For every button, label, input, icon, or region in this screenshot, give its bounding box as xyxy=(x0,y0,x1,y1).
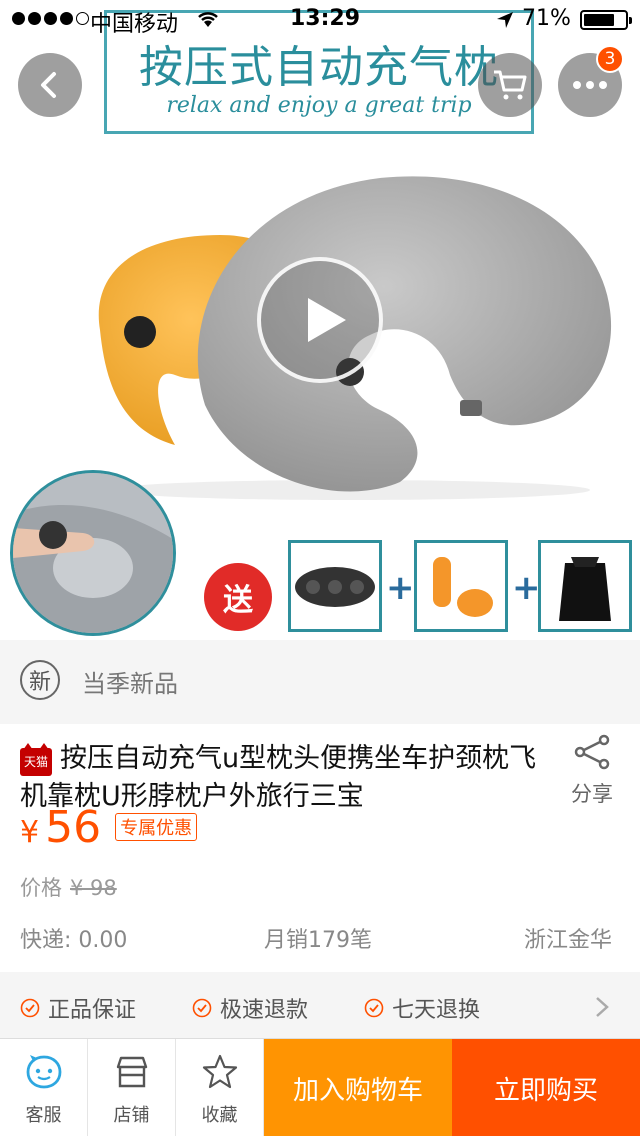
currency-symbol: ¥ xyxy=(20,815,40,850)
current-price: 56 xyxy=(45,802,102,853)
chevron-right-icon xyxy=(596,997,609,1017)
customer-service-icon xyxy=(26,1055,62,1089)
guarantee-seven-day-return: 七天退换 xyxy=(364,992,480,1024)
more-dots-icon xyxy=(573,81,607,89)
customer-service-button[interactable]: 客服 xyxy=(0,1039,88,1136)
promo-tag: 专属优惠 xyxy=(115,813,198,841)
share-label: 分享 xyxy=(571,782,613,806)
plus-icon: + xyxy=(386,568,415,608)
shop-label: 店铺 xyxy=(113,1105,150,1126)
original-price-row: 价格 ¥ 98 xyxy=(20,872,117,902)
press-valve-detail-image xyxy=(10,470,176,636)
banner-title: 按压式自动充气枕 xyxy=(139,42,499,93)
location-arrow-icon xyxy=(497,12,513,28)
banner-subtitle: relax and enjoy a great trip xyxy=(166,93,472,118)
check-circle-icon xyxy=(192,998,212,1018)
add-to-cart-button[interactable]: 加入购物车 xyxy=(264,1039,452,1136)
original-price: ¥ 98 xyxy=(70,876,117,900)
signal-strength-icon xyxy=(12,12,89,25)
guarantee-authentic: 正品保证 xyxy=(20,992,136,1024)
play-icon xyxy=(308,298,346,342)
gift-earplugs-image xyxy=(414,540,508,632)
new-badge-icon: 新 xyxy=(20,660,60,700)
battery-icon xyxy=(580,10,632,30)
guarantee-fast-refund: 极速退款 xyxy=(192,992,308,1024)
check-circle-icon xyxy=(364,998,384,1018)
star-icon xyxy=(202,1054,238,1089)
carrier-name: 中国移动 xyxy=(90,12,179,37)
product-info: 天猫 按压自动充气u型枕头便携坐车护颈枕飞机靠枕U形脖枕户外旅行三宝 分享 ¥ … xyxy=(0,724,640,972)
buy-now-button[interactable]: 立即购买 xyxy=(452,1039,640,1136)
bottom-action-bar: 客服 店铺 收藏 加入购物车 立即购买 xyxy=(0,1038,640,1136)
plus-icon: + xyxy=(512,568,541,608)
price-row: ¥ 56 专属优惠 xyxy=(20,802,198,858)
share-icon xyxy=(574,734,610,770)
new-arrival-text: 当季新品 xyxy=(82,670,178,698)
service-guarantees[interactable]: 正品保证 极速退款 七天退换 xyxy=(0,972,640,1038)
favorite-button[interactable]: 收藏 xyxy=(176,1039,264,1136)
check-circle-icon xyxy=(20,998,40,1018)
product-image-carousel[interactable]: 按压式自动充气枕 relax and enjoy a great trip 送 … xyxy=(0,0,640,640)
gift-badge: 送 xyxy=(204,563,272,631)
chevron-left-icon xyxy=(41,72,56,98)
gift-storage-bag-image xyxy=(538,540,632,632)
gift-bundle: 送 + + xyxy=(204,540,634,634)
guarantee-label: 极速退款 xyxy=(220,998,309,1023)
shop-button[interactable]: 店铺 xyxy=(88,1039,176,1136)
clock: 13:29 xyxy=(290,6,361,31)
new-arrival-row: 新 当季新品 xyxy=(0,640,640,724)
shop-icon xyxy=(116,1056,148,1088)
original-price-label: 价格 xyxy=(20,876,62,900)
guarantee-label: 正品保证 xyxy=(48,998,137,1023)
guarantee-label: 七天退换 xyxy=(392,998,481,1023)
notification-badge: 3 xyxy=(596,45,624,73)
favorite-label: 收藏 xyxy=(201,1105,238,1126)
back-button[interactable] xyxy=(18,53,82,117)
shipping-fee: 快递: 0.00 xyxy=(20,928,128,953)
monthly-sales: 月销179笔 xyxy=(264,928,372,953)
customer-service-label: 客服 xyxy=(25,1105,62,1126)
shopping-cart-icon xyxy=(494,70,527,100)
gift-eye-mask-image xyxy=(288,540,382,632)
battery-percentage: 71% xyxy=(522,6,571,31)
wifi-icon xyxy=(198,12,218,27)
play-video-button[interactable] xyxy=(257,257,383,383)
more-button[interactable]: 3 xyxy=(558,45,624,117)
share-button[interactable]: 分享 xyxy=(560,734,624,810)
status-bar: 中国移动 13:29 71% xyxy=(0,0,640,40)
product-detail-page: 按压式自动充气枕 relax and enjoy a great trip 送 … xyxy=(0,0,640,1136)
ship-from-location: 浙江金华 xyxy=(524,928,613,953)
cart-button[interactable] xyxy=(478,53,542,117)
